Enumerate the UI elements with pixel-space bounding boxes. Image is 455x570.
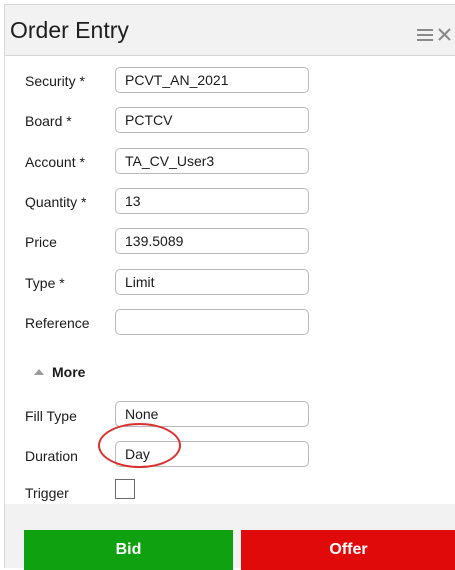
order-entry-panel: Order Entry Security * PCVT_AN_2021 Boar… [4, 4, 455, 570]
reference-label: Reference [25, 315, 90, 331]
panel-title: Order Entry [10, 17, 129, 43]
fill-type-label: Fill Type [25, 408, 77, 424]
type-field[interactable]: Limit [115, 269, 309, 295]
offer-button[interactable]: Offer [241, 530, 455, 570]
close-icon[interactable] [438, 28, 451, 41]
board-field[interactable]: PCTCV [115, 107, 309, 133]
quantity-label: Quantity * [25, 194, 87, 210]
hamburger-menu-icon[interactable] [417, 29, 433, 41]
board-label: Board * [25, 113, 72, 129]
quantity-field[interactable]: 13 [115, 188, 309, 214]
duration-field[interactable]: Day [115, 441, 309, 467]
more-toggle[interactable]: More [34, 364, 85, 380]
account-field[interactable]: TA_CV_User3 [115, 148, 309, 174]
security-label: Security * [25, 73, 85, 89]
type-label: Type * [25, 275, 65, 291]
action-bar: Bid Offer [5, 505, 455, 570]
order-form: Security * PCVT_AN_2021 Board * PCTCV Ac… [5, 56, 455, 504]
title-bar: Order Entry [5, 5, 455, 56]
security-field[interactable]: PCVT_AN_2021 [115, 67, 309, 93]
duration-label: Duration [25, 448, 78, 464]
fill-type-field[interactable]: None [115, 401, 309, 427]
reference-field[interactable] [115, 309, 309, 335]
trigger-label: Trigger [25, 485, 69, 501]
price-label: Price [25, 234, 57, 250]
trigger-checkbox[interactable] [115, 479, 135, 499]
price-field[interactable]: 139.5089 [115, 228, 309, 254]
account-label: Account * [25, 154, 85, 170]
more-label: More [52, 364, 86, 380]
bid-button[interactable]: Bid [24, 530, 233, 570]
caret-up-icon [34, 369, 44, 375]
